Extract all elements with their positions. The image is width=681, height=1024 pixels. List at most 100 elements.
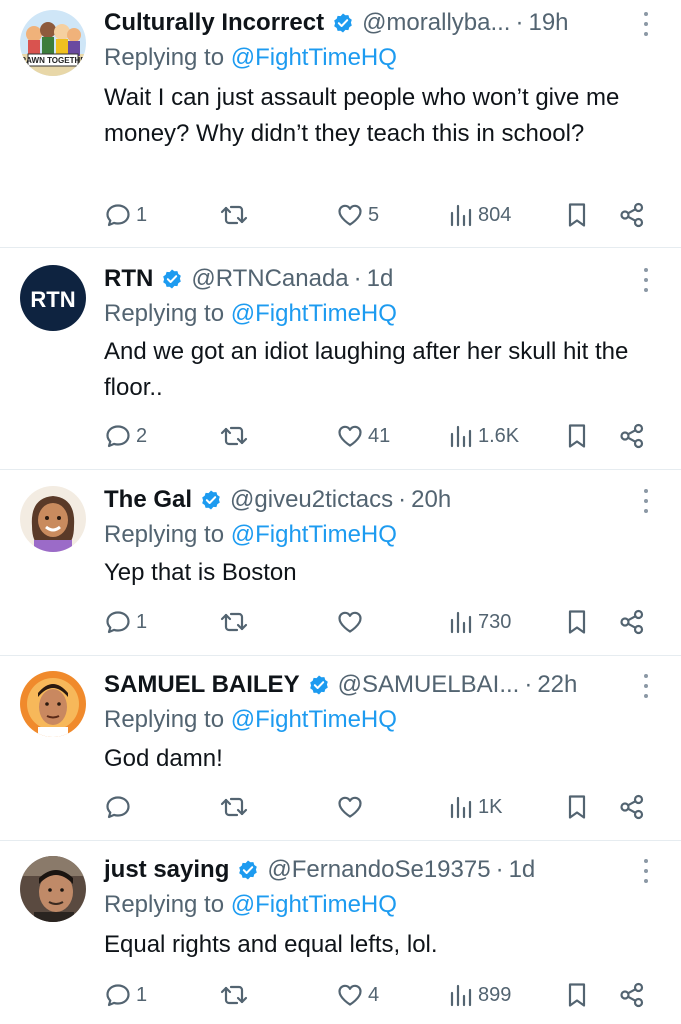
timestamp[interactable]: 1d (509, 856, 536, 884)
more-options-icon[interactable] (641, 857, 651, 885)
share-button[interactable] (618, 420, 646, 452)
avatar[interactable] (20, 486, 86, 552)
replying-to-line: Replying to @FightTimeHQ (104, 706, 397, 734)
timestamp[interactable]: 22h (537, 671, 577, 699)
separator-dot: · (524, 671, 533, 698)
reply-header: Culturally Incorrect @morallyba... · 19h (104, 6, 569, 40)
svg-text:RTN: RTN (30, 287, 75, 312)
more-options-icon[interactable] (641, 266, 651, 294)
replying-to-mention[interactable]: @FightTimeHQ (231, 44, 397, 71)
user-handle[interactable]: @RTNCanada (191, 265, 348, 293)
like-count: 5 (368, 203, 380, 226)
share-button[interactable] (618, 791, 646, 823)
bookmark-icon (564, 981, 590, 1009)
views-button[interactable]: 1K (448, 791, 502, 823)
timestamp[interactable]: 20h (411, 486, 451, 514)
bookmark-button[interactable] (564, 420, 590, 452)
repost-button[interactable] (218, 606, 254, 638)
bar-chart-icon (448, 422, 474, 450)
bookmark-button[interactable] (564, 199, 590, 231)
display-name[interactable]: just saying (104, 856, 229, 884)
reply-header: SAMUEL BAILEY @SAMUELBAI... · 22h (104, 668, 577, 702)
like-button[interactable]: 41 (336, 420, 390, 452)
heart-icon (336, 422, 364, 450)
more-options-icon[interactable] (641, 10, 651, 38)
user-handle[interactable]: @morallyba... (362, 9, 510, 37)
verified-badge-icon (308, 674, 330, 696)
avatar-image: RTN (20, 265, 86, 331)
more-options-icon[interactable] (641, 672, 651, 700)
replying-to-mention[interactable]: @FightTimeHQ (231, 300, 397, 327)
views-count: 1K (478, 795, 503, 818)
divider (0, 655, 681, 656)
reply-button[interactable]: 1 (104, 979, 147, 1011)
views-count: 730 (478, 610, 512, 633)
reply-text: Wait I can just assault people who won’t… (104, 84, 620, 147)
user-handle[interactable]: @SAMUELBAI... (338, 671, 520, 699)
views-button[interactable]: 730 (448, 606, 511, 638)
divider (0, 840, 681, 841)
share-icon (618, 981, 646, 1009)
share-button[interactable] (618, 199, 646, 231)
verified-badge-icon (332, 12, 354, 34)
bookmark-button[interactable] (564, 606, 590, 638)
timestamp[interactable]: 19h (528, 9, 568, 37)
bar-chart-icon (448, 793, 474, 821)
more-options-icon[interactable] (641, 487, 651, 515)
bar-chart-icon (448, 981, 474, 1009)
reply-count: 1 (136, 610, 148, 633)
display-name[interactable]: RTN (104, 265, 153, 293)
like-button[interactable] (336, 606, 368, 638)
display-name[interactable]: Culturally Incorrect (104, 9, 324, 37)
bookmark-icon (564, 608, 590, 636)
display-name[interactable]: The Gal (104, 486, 192, 514)
heart-icon (336, 201, 364, 229)
views-button[interactable]: 1.6K (448, 420, 519, 452)
reply-button[interactable]: 1 (104, 199, 147, 231)
replying-to-mention[interactable]: @FightTimeHQ (231, 891, 397, 918)
avatar[interactable] (20, 671, 86, 737)
replying-to-label: Replying to (104, 521, 231, 548)
reply-button[interactable]: 2 (104, 420, 147, 452)
like-button[interactable]: 5 (336, 199, 379, 231)
bar-chart-icon (448, 608, 474, 636)
share-icon (618, 201, 646, 229)
reply-card[interactable]: just saying @FernandoSe19375 · 1d Replyi… (0, 853, 681, 1024)
svg-text:DRAWN TOGETHER: DRAWN TOGETHER (20, 56, 86, 65)
share-icon (618, 608, 646, 636)
speech-bubble-icon (104, 422, 132, 450)
repost-button[interactable] (218, 420, 254, 452)
avatar[interactable]: RTN (20, 265, 86, 331)
reply-button[interactable] (104, 791, 136, 823)
avatar[interactable]: DRAWN TOGETHER (20, 10, 86, 76)
reply-header: just saying @FernandoSe19375 · 1d (104, 853, 535, 887)
views-button[interactable]: 804 (448, 199, 511, 231)
repost-button[interactable] (218, 791, 254, 823)
reply-text: Equal rights and equal lefts, lol. (104, 931, 438, 958)
user-handle[interactable]: @giveu2tictacs (230, 486, 393, 514)
share-button[interactable] (618, 606, 646, 638)
repost-button[interactable] (218, 199, 254, 231)
bookmark-button[interactable] (564, 979, 590, 1011)
like-button[interactable] (336, 791, 368, 823)
display-name[interactable]: SAMUEL BAILEY (104, 671, 300, 699)
repost-button[interactable] (218, 979, 254, 1011)
views-count: 1.6K (478, 424, 520, 447)
share-button[interactable] (618, 979, 646, 1011)
reply-card[interactable]: The Gal @giveu2tictacs · 20h Replying to… (0, 483, 681, 648)
reply-card[interactable]: DRAWN TOGETHER Culturally Incorrect @mor… (0, 6, 681, 241)
avatar[interactable] (20, 856, 86, 922)
replying-to-mention[interactable]: @FightTimeHQ (231, 706, 397, 733)
timestamp[interactable]: 1d (367, 265, 394, 293)
replying-to-mention[interactable]: @FightTimeHQ (231, 521, 397, 548)
separator-dot: · (353, 265, 362, 292)
user-handle[interactable]: @FernandoSe19375 (267, 856, 490, 884)
reply-button[interactable]: 1 (104, 606, 147, 638)
bookmark-button[interactable] (564, 791, 590, 823)
reply-card[interactable]: RTN RTN @RTNCanada · 1d Replying to @Fig… (0, 262, 681, 462)
action-bar: 1 5 804 (104, 199, 664, 231)
reply-card[interactable]: SAMUEL BAILEY @SAMUELBAI... · 22h Replyi… (0, 668, 681, 833)
separator-dot: · (515, 9, 524, 36)
like-button[interactable]: 4 (336, 979, 379, 1011)
views-button[interactable]: 899 (448, 979, 511, 1011)
